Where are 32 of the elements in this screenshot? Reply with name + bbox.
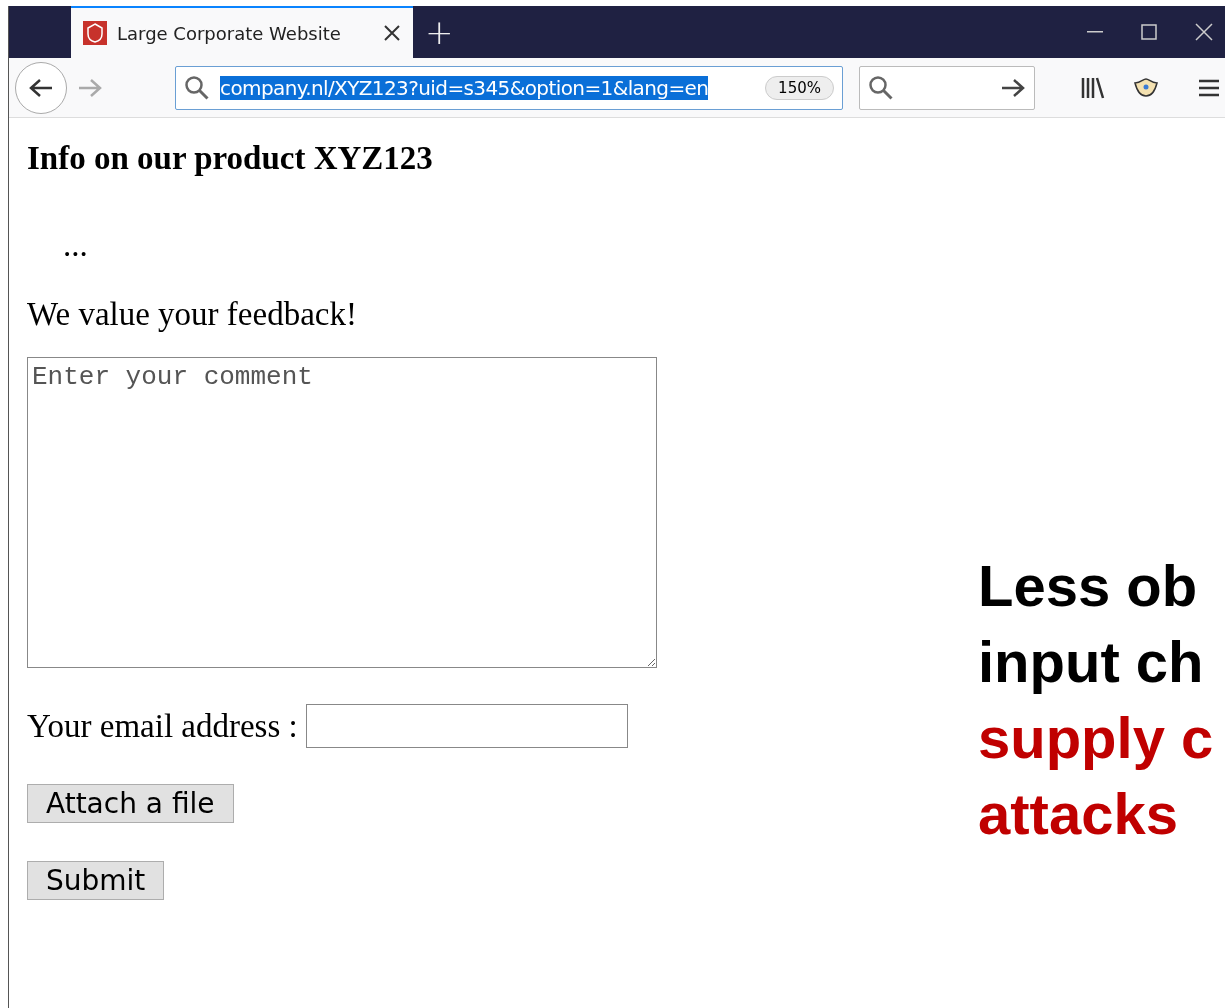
close-icon[interactable] — [383, 24, 401, 42]
comment-field[interactable]: Enter your comment — [27, 357, 657, 668]
feedback-prompt: We value your feedback! — [27, 296, 357, 333]
overlay-caption: attacks — [978, 780, 1179, 848]
overlay-caption: supply c — [978, 704, 1214, 772]
address-bar[interactable]: company.nl/XYZ123?uid=s345&option=1&lang=en 150% — [175, 65, 843, 110]
shield-logo-icon — [83, 21, 107, 45]
overlay-caption: input ch — [978, 628, 1205, 696]
ellipsis-text: ... — [63, 227, 88, 264]
search-icon — [184, 74, 210, 101]
back-arrow-icon — [28, 76, 54, 99]
mask-icon[interactable] — [1133, 76, 1159, 99]
search-icon — [868, 74, 894, 101]
tab-title: Large Corporate Website — [117, 22, 342, 44]
minimize-icon[interactable] — [1087, 31, 1103, 33]
submit-button[interactable]: Submit — [27, 861, 165, 900]
maximize-icon[interactable] — [1141, 24, 1157, 40]
page-heading: Info on our product XYZ123 — [27, 140, 433, 177]
back-button[interactable] — [15, 61, 67, 114]
overlay-caption: Less ob — [978, 552, 1199, 620]
attach-file-button[interactable]: Attach a file — [27, 784, 234, 823]
go-arrow-icon — [1000, 76, 1026, 99]
search-field[interactable] — [859, 65, 1035, 110]
email-label: Your email address : — [27, 707, 298, 745]
library-icon[interactable] — [1081, 76, 1105, 99]
menu-icon[interactable] — [1199, 78, 1219, 97]
forward-arrow-icon — [77, 76, 103, 99]
url-text: company.nl/XYZ123?uid=s345&option=1&lang=en — [220, 75, 709, 100]
new-tab-button[interactable]: + — [425, 12, 454, 52]
zoom-level[interactable]: 150% — [765, 75, 834, 100]
email-field[interactable] — [305, 704, 628, 748]
browser-tab[interactable]: Large Corporate Website — [71, 6, 413, 58]
